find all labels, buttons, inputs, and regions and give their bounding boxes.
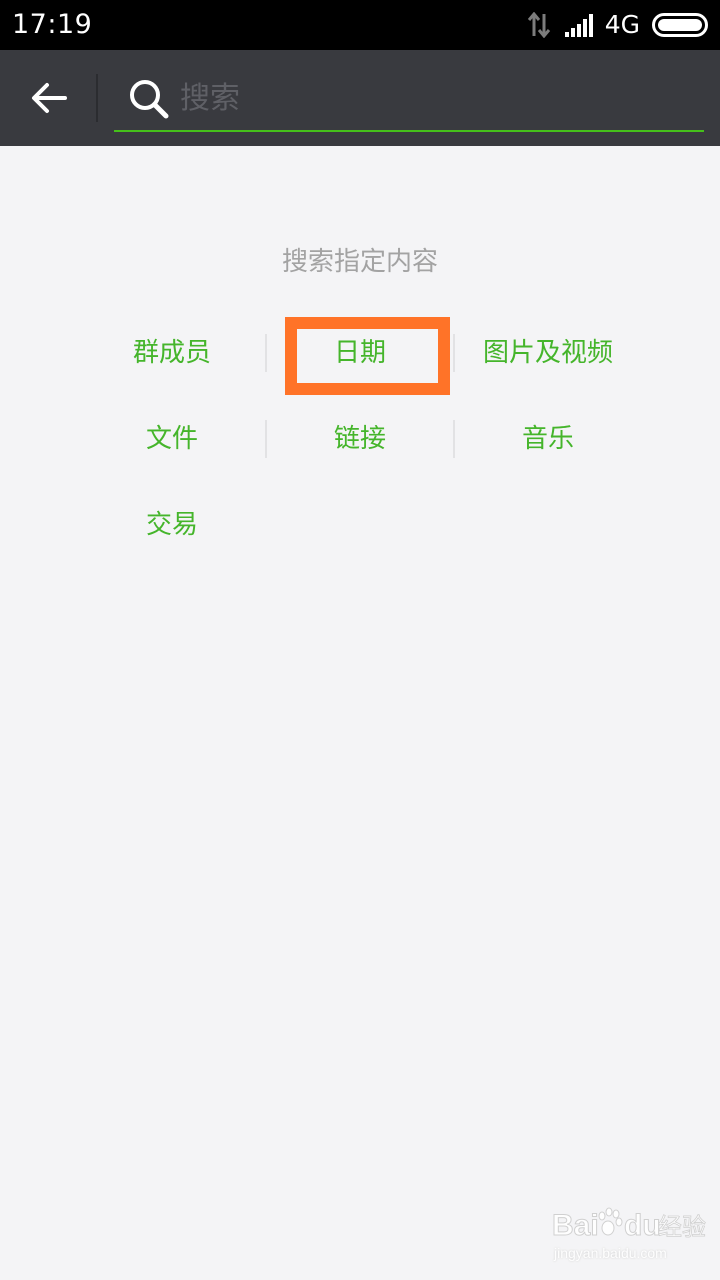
search-box[interactable] [114, 68, 704, 132]
highlight-box [285, 317, 450, 395]
signal-icon [564, 14, 593, 37]
status-bar: 17:19 4G [0, 0, 720, 50]
search-input[interactable] [180, 76, 680, 120]
baidu-logo: Bai du 经验 [552, 1207, 706, 1243]
battery-icon [652, 13, 708, 37]
svg-text:Bai: Bai [552, 1209, 599, 1242]
status-time: 17:19 [12, 9, 93, 40]
back-arrow-icon [32, 83, 67, 113]
category-files[interactable]: 文件 [78, 411, 266, 467]
category-music[interactable]: 音乐 [454, 411, 642, 467]
watermark-url: jingyan.baidu.com [554, 1245, 667, 1261]
category-group-members[interactable]: 群成员 [78, 325, 266, 381]
section-title: 搜索指定内容 [281, 247, 438, 277]
svg-text:du: du [624, 1209, 661, 1242]
category-images-videos[interactable]: 图片及视频 [454, 325, 642, 381]
top-bar [0, 50, 720, 146]
data-transfer-icon [527, 12, 550, 38]
search-icon [130, 80, 169, 119]
header-divider [96, 74, 98, 122]
network-type: 4G [604, 10, 640, 39]
category-links[interactable]: 链接 [266, 411, 454, 467]
svg-text:经验: 经验 [658, 1213, 706, 1241]
back-button[interactable] [14, 70, 84, 126]
baidu-jingyan-watermark: Bai du 经验 jingyan.baidu.com [552, 1200, 712, 1270]
status-icons: 4G [527, 10, 708, 40]
category-transactions[interactable]: 交易 [78, 497, 266, 553]
